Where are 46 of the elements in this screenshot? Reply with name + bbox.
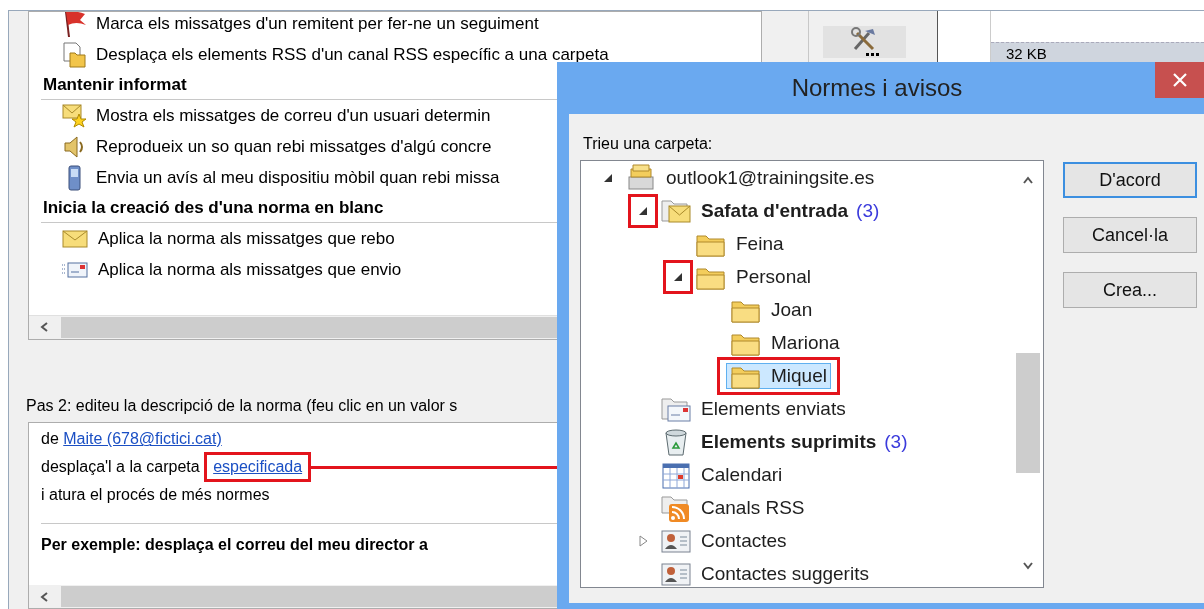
expanded-arrow-icon[interactable] bbox=[673, 271, 683, 282]
field-label: Trieu una carpeta: bbox=[583, 135, 714, 154]
dialog-title: Normes i avisos bbox=[791, 74, 963, 102]
expanded-arrow-icon[interactable] bbox=[638, 205, 648, 216]
rule-condition: desplaça'l a la carpeta especificada bbox=[41, 453, 303, 482]
folder-item[interactable]: Joan bbox=[726, 296, 817, 323]
dialog-button[interactable]: Crea... bbox=[1063, 272, 1197, 308]
folder-item[interactable]: outlook1@trainingsite.es bbox=[621, 164, 879, 191]
dialog-button[interactable]: Cancel·la bbox=[1063, 217, 1197, 253]
folder-item[interactable]: Miquel bbox=[726, 362, 831, 389]
rule-option[interactable]: Desplaça els elements RSS d'un canal RSS específic a una carpeta bbox=[96, 44, 609, 65]
dialog-button[interactable]: D'acord bbox=[1063, 162, 1197, 198]
folder-item[interactable]: Canals RSS bbox=[656, 494, 809, 521]
folder-item[interactable]: Mariona bbox=[726, 329, 844, 356]
rule-condition: de Maite (678@fictici.cat) bbox=[41, 429, 222, 450]
step-label: Pas 2: editeu la descripció de la norma (feu clic en un valor s bbox=[26, 396, 458, 416]
tools-icon bbox=[848, 27, 881, 57]
section-heading: Inicia la creació des d'una norma en blanc bbox=[43, 197, 384, 218]
toolbar-button[interactable] bbox=[823, 26, 906, 58]
scroll-thumb[interactable] bbox=[1016, 353, 1040, 473]
document-folder-icon bbox=[61, 40, 87, 69]
size-label: 32 KB bbox=[1006, 45, 1047, 62]
rule-condition: i atura el procés de més normes bbox=[41, 485, 270, 506]
folder-item[interactable]: Personal bbox=[691, 263, 815, 290]
rule-option[interactable]: Aplica la norma als missatges que envio bbox=[98, 259, 402, 280]
folder-item[interactable]: Elements enviats bbox=[656, 395, 850, 422]
collapsed-arrow-icon[interactable] bbox=[638, 534, 648, 547]
envelope-star-icon bbox=[61, 101, 87, 130]
folder-item[interactable]: Contactes suggerits bbox=[656, 560, 873, 587]
link[interactable]: especificada bbox=[213, 458, 303, 476]
rule-option[interactable]: Mostra els missatges de correu d'un usuari determin bbox=[96, 105, 491, 126]
rule-option[interactable]: Marca els missatges d'un remitent per fer-ne un seguiment bbox=[96, 13, 539, 34]
section-heading: Mantenir informat bbox=[43, 74, 187, 95]
folder-item[interactable]: Feina bbox=[691, 230, 788, 257]
link[interactable]: Maite (678@fictici.cat) bbox=[63, 430, 222, 448]
expanded-arrow-icon[interactable] bbox=[603, 172, 613, 183]
folder-item[interactable]: Elements suprimits (3) bbox=[656, 428, 912, 455]
rule-option[interactable]: Reprodueix un so quan rebi missatges d'algú concre bbox=[96, 136, 492, 157]
rule-option[interactable]: Aplica la norma als missatges que rebo bbox=[98, 228, 395, 249]
close-icon bbox=[1172, 73, 1187, 87]
folder-item[interactable]: Safata d'entrada (3) bbox=[656, 197, 884, 224]
rule-option[interactable]: Envia un avís al meu dispositiu mòbil quan rebi missa bbox=[96, 167, 500, 188]
folder-item[interactable]: Calendari bbox=[656, 461, 787, 488]
example-text: Per exemple: desplaça el correu del meu director a bbox=[41, 536, 428, 555]
folder-item[interactable]: Contactes bbox=[656, 527, 791, 554]
close-button[interactable] bbox=[1155, 62, 1204, 98]
